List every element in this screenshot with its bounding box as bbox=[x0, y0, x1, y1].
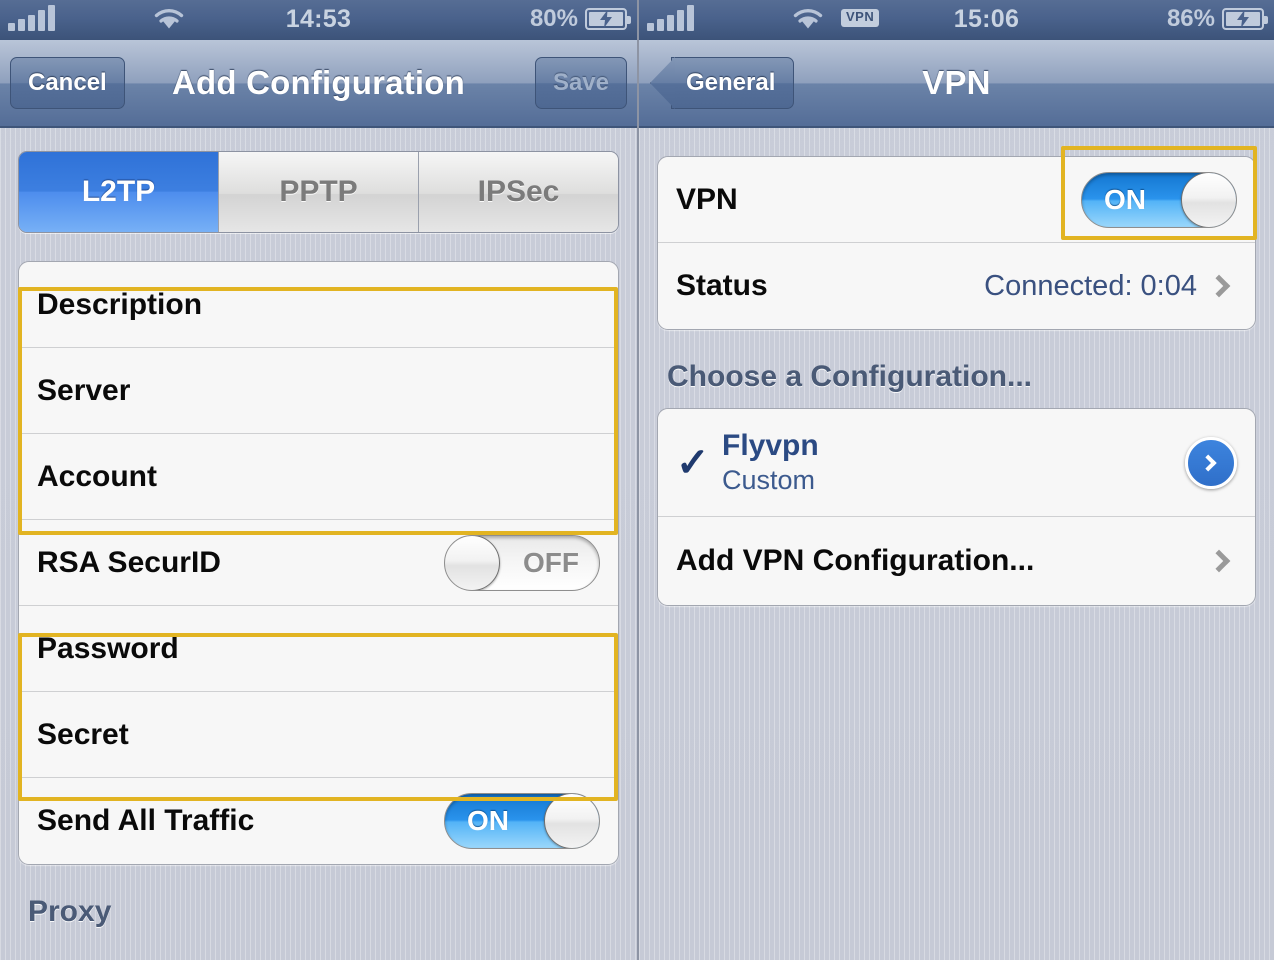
right-content: VPN ON Status Connected: 0:04 Choose a C… bbox=[639, 156, 1274, 606]
rsa-securid-toggle[interactable]: OFF bbox=[444, 534, 600, 591]
status-row[interactable]: Status Connected: 0:04 bbox=[658, 243, 1255, 329]
field-row-secret[interactable]: Secret bbox=[19, 692, 618, 778]
cancel-button[interactable]: Cancel bbox=[10, 57, 125, 109]
config-row-flyvpn[interactable]: ✓ Flyvpn Custom bbox=[658, 409, 1255, 517]
segment-pptp[interactable]: PPTP bbox=[218, 152, 418, 232]
detail-disclosure-icon[interactable] bbox=[1185, 436, 1237, 489]
send-all-traffic-toggle-label: ON bbox=[467, 805, 509, 836]
config-text: Flyvpn Custom bbox=[722, 429, 819, 496]
field-label-description: Description bbox=[37, 287, 203, 321]
vpn-toggle-label: ON bbox=[1104, 183, 1146, 215]
status-battery-area: 86% bbox=[1166, 5, 1268, 33]
back-button-general[interactable]: General bbox=[671, 57, 795, 109]
left-status-bar: 14:53 80% bbox=[0, 0, 637, 40]
field-row-password[interactable]: Password bbox=[19, 606, 618, 692]
vpn-row[interactable]: VPN ON bbox=[658, 157, 1255, 243]
right-status-bar: VPN 15:06 86% bbox=[639, 0, 1274, 40]
status-value: Connected: 0:04 bbox=[984, 269, 1197, 302]
left-content: L2TP PPTP IPSec Description Server Accou… bbox=[0, 151, 637, 929]
field-label-secret: Secret bbox=[37, 717, 129, 751]
segment-l2tp[interactable]: L2TP bbox=[19, 152, 218, 232]
field-label-password: Password bbox=[37, 631, 179, 665]
configuration-list-group: ✓ Flyvpn Custom Add VPN Configuration... bbox=[657, 408, 1256, 606]
status-label: Status bbox=[676, 269, 768, 302]
field-label-send-all-traffic: Send All Traffic bbox=[37, 804, 255, 837]
add-vpn-configuration-row[interactable]: Add VPN Configuration... bbox=[658, 517, 1255, 605]
field-row-rsa-securid[interactable]: RSA SecurID OFF bbox=[19, 520, 618, 606]
vpn-form-group: Description Server Account RSA SecurID O… bbox=[18, 261, 619, 865]
dual-screenshot-container: 14:53 80% Cancel Add Configuration Save … bbox=[0, 0, 1274, 960]
save-button[interactable]: Save bbox=[534, 57, 627, 109]
config-subtitle: Custom bbox=[722, 465, 816, 495]
left-phone-screen: 14:53 80% Cancel Add Configuration Save … bbox=[0, 0, 637, 960]
right-nav-bar: General VPN bbox=[639, 40, 1274, 128]
status-battery-area: 80% bbox=[529, 5, 631, 33]
battery-charging-icon bbox=[1222, 8, 1268, 30]
chevron-right-icon bbox=[1207, 274, 1231, 298]
rsa-securid-toggle-label: OFF bbox=[523, 546, 579, 578]
checkmark-icon: ✓ bbox=[676, 440, 710, 485]
battery-charging-icon bbox=[585, 8, 631, 30]
add-vpn-configuration-label: Add VPN Configuration... bbox=[676, 544, 1035, 577]
vpn-label: VPN bbox=[676, 182, 738, 216]
field-row-account[interactable]: Account bbox=[19, 434, 618, 520]
vpn-toggle[interactable]: ON bbox=[1081, 171, 1237, 228]
toggle-knob bbox=[1181, 172, 1236, 227]
choose-configuration-header: Choose a Configuration... bbox=[667, 360, 1032, 393]
left-nav-bar: Cancel Add Configuration Save bbox=[0, 40, 637, 128]
protocol-segmented-control[interactable]: L2TP PPTP IPSec bbox=[18, 151, 619, 233]
send-all-traffic-toggle[interactable]: ON bbox=[444, 793, 600, 849]
field-row-description[interactable]: Description bbox=[19, 262, 618, 348]
right-phone-screen: VPN 15:06 86% General VPN VPN ON Status … bbox=[637, 0, 1274, 960]
chevron-right-icon bbox=[1207, 549, 1231, 573]
field-row-send-all-traffic[interactable]: Send All Traffic ON bbox=[19, 778, 618, 864]
battery-percent: 86% bbox=[1166, 5, 1215, 32]
vpn-status-group: VPN ON Status Connected: 0:04 bbox=[657, 156, 1256, 330]
proxy-section-header: Proxy bbox=[28, 895, 112, 928]
field-label-server: Server bbox=[37, 373, 131, 407]
toggle-knob bbox=[445, 535, 500, 590]
config-name: Flyvpn bbox=[722, 429, 819, 462]
field-row-server[interactable]: Server bbox=[19, 348, 618, 434]
battery-percent: 80% bbox=[529, 5, 578, 32]
segment-ipsec[interactable]: IPSec bbox=[418, 152, 618, 232]
field-label-account: Account bbox=[37, 459, 157, 493]
toggle-knob bbox=[544, 794, 599, 848]
field-label-rsa-securid: RSA SecurID bbox=[37, 545, 221, 579]
